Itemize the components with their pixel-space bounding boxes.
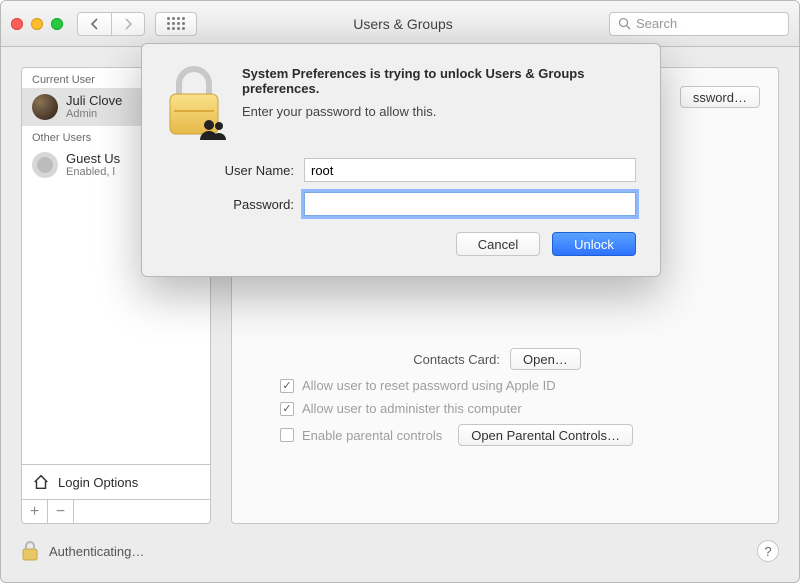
lock-icon[interactable]	[21, 540, 39, 562]
avatar-guest	[32, 152, 58, 178]
dialog-subtitle: Enter your password to allow this.	[242, 104, 636, 119]
username-label: User Name:	[164, 163, 294, 178]
house-icon	[32, 473, 50, 491]
allow-administer-row[interactable]: ✓ Allow user to administer this computer	[280, 401, 760, 416]
contacts-card-label: Contacts Card:	[250, 352, 500, 367]
checkbox-checked-icon: ✓	[280, 379, 294, 393]
users-badge-icon	[198, 118, 228, 140]
nav-group	[77, 12, 145, 36]
password-input[interactable]	[304, 192, 636, 216]
parental-label: Enable parental controls	[302, 428, 442, 443]
search-placeholder: Search	[636, 16, 677, 31]
add-user-button[interactable]: +	[22, 500, 48, 523]
allow-admin-label: Allow user to administer this computer	[302, 401, 522, 416]
avatar	[32, 94, 58, 120]
auth-form: User Name: Password:	[164, 158, 636, 216]
footer-status: Authenticating…	[49, 544, 144, 559]
parental-controls-row: Enable parental controls Open Parental C…	[280, 424, 760, 446]
change-password-button[interactable]: ssword…	[680, 86, 760, 108]
lock-large-icon	[164, 66, 224, 138]
auth-dialog: System Preferences is trying to unlock U…	[141, 43, 661, 277]
remove-user-button[interactable]: −	[48, 500, 74, 523]
current-user-name: Juli Clove	[66, 94, 122, 108]
forward-button[interactable]	[111, 12, 145, 36]
back-button[interactable]	[77, 12, 111, 36]
open-parental-controls-button[interactable]: Open Parental Controls…	[458, 424, 633, 446]
system-preferences-window: Users & Groups Search Current User Juli …	[0, 0, 800, 583]
search-icon	[618, 17, 631, 30]
show-all-button[interactable]	[155, 12, 197, 36]
window-controls	[11, 18, 63, 30]
guest-sub: Enabled, l	[66, 166, 120, 178]
dialog-title: System Preferences is trying to unlock U…	[242, 66, 636, 96]
guest-name: Guest Us	[66, 152, 120, 166]
checkbox-unchecked-icon[interactable]	[280, 428, 294, 442]
open-contacts-button[interactable]: Open…	[510, 348, 581, 370]
search-field[interactable]: Search	[609, 12, 789, 36]
user-options: Contacts Card: Open… ✓ Allow user to res…	[250, 348, 760, 446]
password-label: Password:	[164, 197, 294, 212]
allow-reset-label: Allow user to reset password using Apple…	[302, 378, 556, 393]
checkbox-checked-icon: ✓	[280, 402, 294, 416]
current-user-role: Admin	[66, 108, 122, 120]
add-remove-bar: + −	[22, 499, 210, 523]
footer: Authenticating… ?	[21, 524, 779, 562]
window-title: Users & Groups	[197, 16, 609, 32]
help-button[interactable]: ?	[757, 540, 779, 562]
username-input[interactable]	[304, 158, 636, 182]
allow-reset-password-row[interactable]: ✓ Allow user to reset password using App…	[280, 378, 760, 393]
grid-icon	[167, 17, 185, 30]
login-options[interactable]: Login Options	[22, 464, 210, 499]
login-options-label: Login Options	[58, 475, 138, 490]
zoom-window-button[interactable]	[51, 18, 63, 30]
chevron-right-icon	[124, 18, 133, 30]
chevron-left-icon	[90, 18, 99, 30]
cancel-button[interactable]: Cancel	[456, 232, 540, 256]
minimize-window-button[interactable]	[31, 18, 43, 30]
titlebar: Users & Groups Search	[1, 1, 799, 47]
close-window-button[interactable]	[11, 18, 23, 30]
unlock-button[interactable]: Unlock	[552, 232, 636, 256]
